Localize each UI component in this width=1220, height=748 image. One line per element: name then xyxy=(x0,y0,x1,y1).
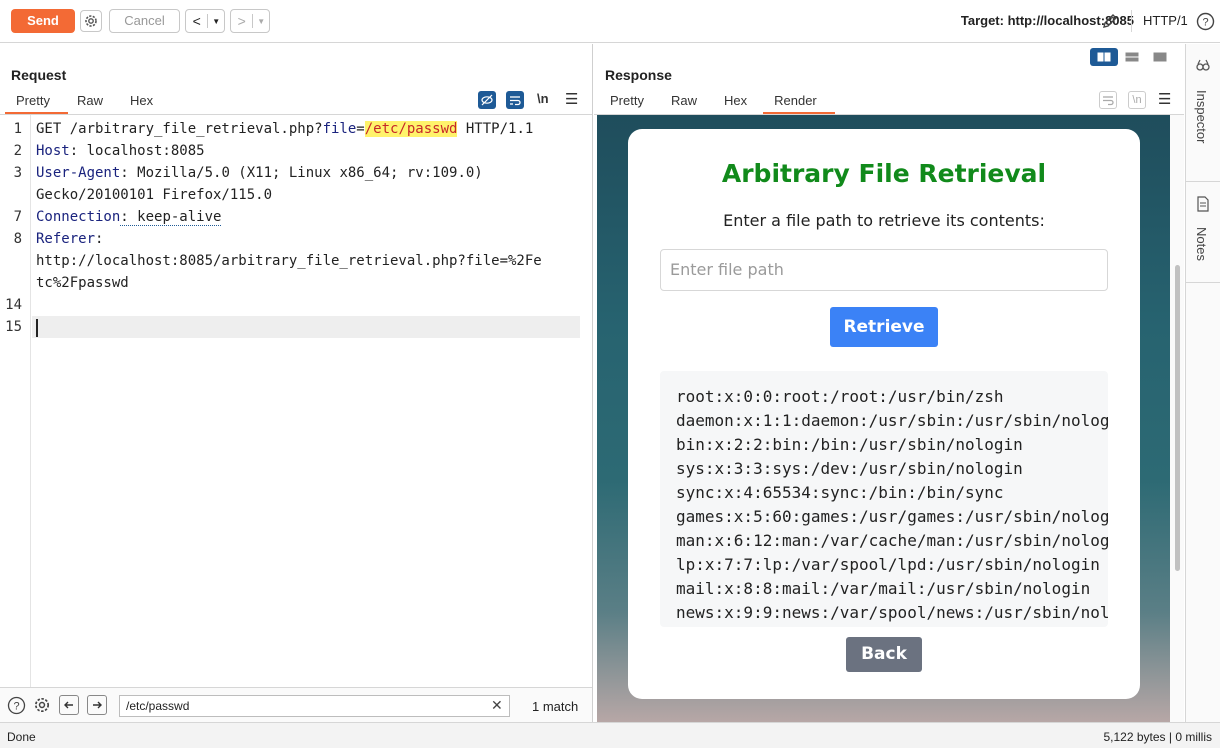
current-line-highlight xyxy=(32,316,580,338)
scrollbar-thumb[interactable] xyxy=(1175,265,1180,571)
status-bar: Done 5,122 bytes | 0 millis xyxy=(0,722,1220,748)
line-number: 1 xyxy=(13,121,22,137)
response-size: 5,122 bytes | 0 millis xyxy=(1103,730,1213,744)
output-line: daemon:x:1:1:daemon:/usr/sbin:/usr/sbin/… xyxy=(676,411,1108,430)
arrow-right-icon[interactable] xyxy=(87,695,107,715)
chevron-left-icon: < xyxy=(192,13,201,29)
arrow-left-icon[interactable] xyxy=(59,695,79,715)
word-wrap-icon[interactable] xyxy=(506,91,524,109)
http-version-toggle[interactable]: HTTP/1 xyxy=(1143,13,1188,28)
notes-icon[interactable] xyxy=(1195,195,1211,213)
request-panel: Request Pretty Raw Hex \n ☰ 1 2 3 7 8 14… xyxy=(0,44,593,722)
line-number: 14 xyxy=(5,297,22,313)
header-user-agent-cont: Gecko/20100101 Firefox/115.0 xyxy=(36,187,273,203)
back-nav-button[interactable]: < ▼ xyxy=(185,9,225,33)
tabs-layout-icon[interactable] xyxy=(1146,48,1174,66)
header-referer-cont: http://localhost:8085/arbitrary_file_ret… xyxy=(36,253,542,269)
line-number: 3 xyxy=(13,165,22,181)
newline-toggle[interactable]: \n xyxy=(537,91,549,106)
header-connection: Connection: keep-alive xyxy=(36,209,222,226)
request-tab-hex[interactable]: Hex xyxy=(130,92,168,114)
output-line: sync:x:4:65534:sync:/bin:/bin/sync xyxy=(676,483,1004,502)
layout-toggle-group xyxy=(1090,48,1174,66)
dropdown-arrow-icon[interactable]: ▼ xyxy=(208,17,224,26)
inspector-tab[interactable]: Inspector xyxy=(1194,90,1209,143)
search-bar: ? /etc/passwd ✕ 1 match xyxy=(0,687,592,722)
request-editor[interactable]: 1 2 3 7 8 14 15 GET /arbitrary_file_retr… xyxy=(0,115,592,687)
request-tab-raw[interactable]: Raw xyxy=(77,92,118,114)
menu-icon[interactable]: ☰ xyxy=(565,90,578,108)
response-tab-hex[interactable]: Hex xyxy=(724,92,762,114)
response-tab-pretty[interactable]: Pretty xyxy=(610,92,659,114)
header-referer-cont: tc%2Fpasswd xyxy=(36,275,129,291)
request-title: Request xyxy=(11,67,67,83)
notes-tab[interactable]: Notes xyxy=(1194,227,1209,261)
scrollbar[interactable] xyxy=(1170,115,1184,722)
newline-toggle[interactable]: \n xyxy=(1128,91,1146,109)
svg-text:?: ? xyxy=(1202,16,1208,28)
output-line: lp:x:7:7:lp:/var/spool/lpd:/usr/sbin/nol… xyxy=(676,555,1100,574)
side-by-side-layout-icon[interactable] xyxy=(1090,48,1118,66)
match-count: 1 match xyxy=(532,699,579,714)
line-number: 7 xyxy=(13,209,22,225)
page-subtitle: Enter a file path to retrieve its conten… xyxy=(723,211,1045,230)
page-card: Arbitrary File Retrieval Enter a file pa… xyxy=(628,129,1140,699)
header-host: Host: localhost:8085 xyxy=(36,143,205,159)
line-number: 8 xyxy=(13,231,22,247)
line-gutter: 1 2 3 7 8 14 15 xyxy=(0,115,31,687)
output-line: bin:x:2:2:bin:/bin:/usr/sbin/nologin xyxy=(676,435,1023,454)
search-input[interactable]: /etc/passwd xyxy=(119,695,510,717)
page-title: Arbitrary File Retrieval xyxy=(721,159,1047,188)
top-bottom-layout-icon[interactable] xyxy=(1118,48,1146,66)
inspector-sidebar: Inspector Notes xyxy=(1185,44,1220,722)
output-line: sys:x:3:3:sys:/dev:/usr/sbin/nologin xyxy=(676,459,1023,478)
response-tab-raw[interactable]: Raw xyxy=(671,92,712,114)
toolbar: Send Cancel < ▼ > ▼ Target: http://localho… xyxy=(0,0,1220,43)
line-number: 15 xyxy=(5,319,22,335)
line-number: 2 xyxy=(13,143,22,159)
edit-pencil-icon[interactable] xyxy=(1100,11,1120,31)
search-highlight: /etc/passwd xyxy=(364,121,458,137)
chevron-right-icon: > xyxy=(237,13,246,29)
output-line: games:x:5:60:games:/usr/games:/usr/sbin/… xyxy=(676,507,1108,526)
inspector-glasses-icon[interactable] xyxy=(1194,56,1212,74)
retrieve-button[interactable]: Retrieve xyxy=(830,307,938,347)
send-button[interactable]: Send xyxy=(11,9,75,33)
menu-icon[interactable]: ☰ xyxy=(1158,90,1171,108)
settings-gear-icon[interactable] xyxy=(32,695,52,715)
word-wrap-icon[interactable] xyxy=(1099,91,1117,109)
output-line: root:x:0:0:root:/root:/usr/bin/zsh xyxy=(676,387,1004,406)
request-line: GET /arbitrary_file_retrieval.php?file=/… xyxy=(36,121,534,137)
forward-nav-button[interactable]: > ▼ xyxy=(230,9,270,33)
settings-gear-icon[interactable] xyxy=(80,10,102,32)
hide-nonprintable-icon[interactable] xyxy=(478,91,496,109)
svg-text:?: ? xyxy=(13,700,19,712)
rendered-page: Arbitrary File Retrieval Enter a file pa… xyxy=(597,115,1170,722)
back-button[interactable]: Back xyxy=(846,637,922,672)
help-icon[interactable]: ? xyxy=(6,695,26,715)
status-text: Done xyxy=(7,730,36,744)
response-tab-render[interactable]: Render xyxy=(763,92,835,114)
dropdown-arrow-icon[interactable]: ▼ xyxy=(253,17,269,26)
file-path-input[interactable]: Enter file path xyxy=(660,249,1108,291)
text-caret xyxy=(36,319,38,337)
clear-icon[interactable]: ✕ xyxy=(491,697,503,714)
header-referer: Referer: xyxy=(36,231,104,247)
cancel-button[interactable]: Cancel xyxy=(109,9,180,33)
request-tab-pretty[interactable]: Pretty xyxy=(5,92,68,114)
response-panel: Response Pretty Raw Hex Render \n ☰ Arbi… xyxy=(594,44,1184,722)
response-title: Response xyxy=(605,67,672,83)
header-user-agent: User-Agent: Mozilla/5.0 (X11; Linux x86_… xyxy=(36,165,483,181)
output-line: man:x:6:12:man:/var/cache/man:/usr/sbin/… xyxy=(676,531,1108,550)
output-line: mail:x:8:8:mail:/var/mail:/usr/sbin/nolo… xyxy=(676,579,1091,598)
help-icon[interactable]: ? xyxy=(1195,11,1215,31)
output-line: news:x:9:9:news:/var/spool/news:/usr/sbi… xyxy=(676,603,1108,622)
file-contents-output: root:x:0:0:root:/root:/usr/bin/zsh daemon… xyxy=(660,371,1108,627)
